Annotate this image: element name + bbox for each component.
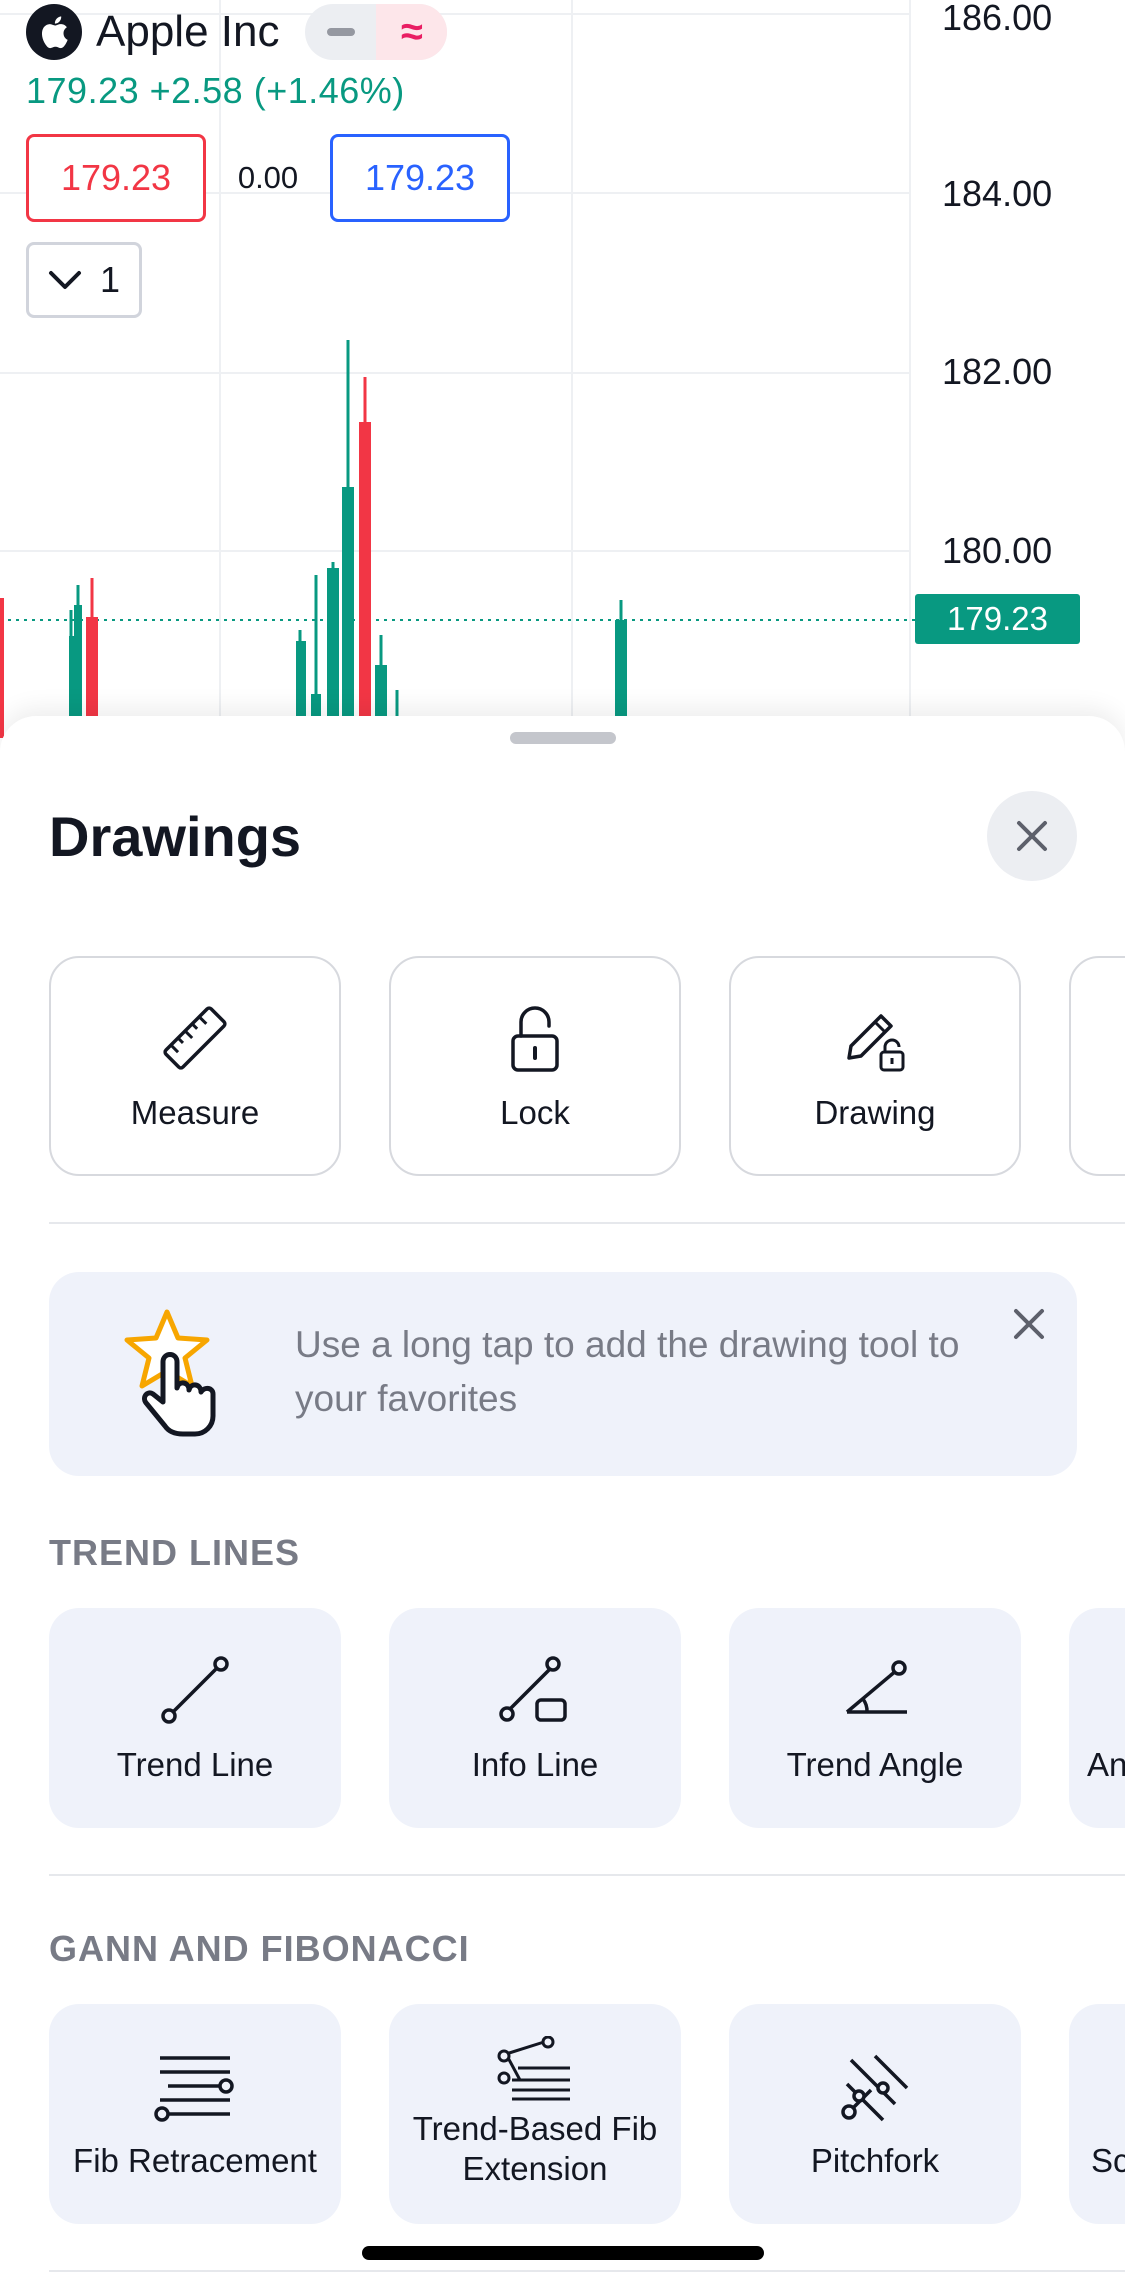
trend-angle-icon (845, 1660, 907, 1714)
drawing-lock-button[interactable]: Drawing (729, 956, 1021, 1176)
measure-label: Measure (130, 1094, 260, 1132)
app-screen: 186.00 184.00 182.00 180.00 179.23 Apple… (0, 0, 1125, 2284)
tool-label: Info Line (471, 1746, 599, 1784)
approx-wave-icon[interactable]: ≈ (376, 4, 448, 60)
info-line-icon (499, 1656, 567, 1722)
quote-change: 179.23 +2.58 (+1.46%) (26, 70, 405, 111)
section-title-trend-lines: TREND LINES (49, 1532, 301, 1573)
price-axis-label: 186.00 (942, 0, 1053, 38)
tool-partial[interactable]: Sc (1069, 2004, 1125, 2224)
divider (49, 2270, 1125, 2272)
symbol-name[interactable]: Apple Inc (96, 7, 279, 57)
price-axis-label: 182.00 (942, 351, 1053, 392)
apple-logo-icon[interactable] (26, 4, 82, 60)
chart-mode-toggle[interactable]: ≈ (305, 4, 448, 60)
lock-label: Lock (500, 1094, 570, 1132)
tool-info-line[interactable]: Info Line (389, 1608, 681, 1828)
divider (49, 1874, 1125, 1876)
close-sheet-button[interactable] (987, 791, 1077, 881)
candle (359, 422, 371, 740)
chevron-down-icon (48, 271, 81, 289)
hint-text: Use a long tap to add the drawing tool t… (295, 1324, 960, 1419)
price-chart[interactable]: 186.00 184.00 182.00 180.00 179.23 Apple… (0, 0, 1125, 740)
sheet-grabber[interactable] (510, 732, 616, 744)
star-tap-icon (124, 1309, 216, 1437)
unlocked-padlock-icon (511, 1006, 559, 1072)
favorites-hint: Use a long tap to add the drawing tool t… (49, 1272, 1077, 1476)
fib-extension-icon (497, 2036, 570, 2101)
quick-action-partial[interactable] (1069, 956, 1125, 1176)
tool-label: Sc (1091, 2142, 1125, 2180)
measure-button[interactable]: Measure (49, 956, 341, 1176)
pencil-lock-icon (847, 1014, 905, 1072)
dismiss-hint-button[interactable] (1001, 1296, 1057, 1352)
tool-label: Trend Line (116, 1746, 274, 1784)
lock-button[interactable]: Lock (389, 956, 681, 1176)
drawings-sheet: Drawings Measure Lock Drawing Use a long… (0, 716, 1125, 2284)
sell-button[interactable]: 179.23 (26, 134, 206, 222)
pitchfork-icon (841, 2054, 909, 2122)
trend-line-icon (161, 1656, 229, 1724)
spread-value: 0.00 (237, 160, 299, 195)
fib-retracement-icon (154, 2056, 234, 2122)
tool-trend-line[interactable]: Trend Line (49, 1608, 341, 1828)
home-indicator[interactable] (362, 2246, 764, 2260)
sheet-title: Drawings (49, 805, 302, 868)
tool-label: Trend Angle (786, 1746, 964, 1784)
minus-icon[interactable] (305, 4, 376, 60)
tool-pitchfork[interactable]: Pitchfork (729, 2004, 1021, 2224)
section-title-gann-fibonacci: GANN AND FIBONACCI (49, 1928, 470, 1969)
candle (342, 487, 354, 740)
tool-partial[interactable]: An (1069, 1608, 1125, 1828)
last-price-tag: 179.23 (915, 594, 1080, 644)
tool-fib-retracement[interactable]: Fib Retracement (49, 2004, 341, 2224)
candles (0, 340, 627, 740)
quantity-selector[interactable]: 1 (26, 242, 142, 318)
close-icon (1017, 821, 1047, 851)
ruler-icon (163, 1006, 227, 1070)
candle (327, 568, 339, 740)
tool-label: An (1087, 1746, 1125, 1784)
price-axis-label: 180.00 (942, 530, 1053, 571)
chart-legend: Apple Inc ≈ 179.23 +2.58 (+1.46%) 179.23… (26, 4, 510, 318)
buy-button[interactable]: 179.23 (330, 134, 510, 222)
tool-label: Trend-Based Fib Extension (412, 2110, 658, 2187)
close-icon (1014, 1309, 1044, 1339)
tool-trend-based-fib-extension[interactable]: Trend-Based Fib Extension (389, 2004, 681, 2224)
tool-label: Fib Retracement (73, 2142, 317, 2180)
drawing-label: Drawing (814, 1094, 936, 1132)
quantity-value: 1 (99, 259, 121, 300)
tool-label: Pitchfork (810, 2142, 940, 2180)
candle (0, 598, 4, 738)
divider (49, 1222, 1125, 1224)
price-axis-label: 184.00 (942, 173, 1053, 214)
tool-trend-angle[interactable]: Trend Angle (729, 1608, 1021, 1828)
